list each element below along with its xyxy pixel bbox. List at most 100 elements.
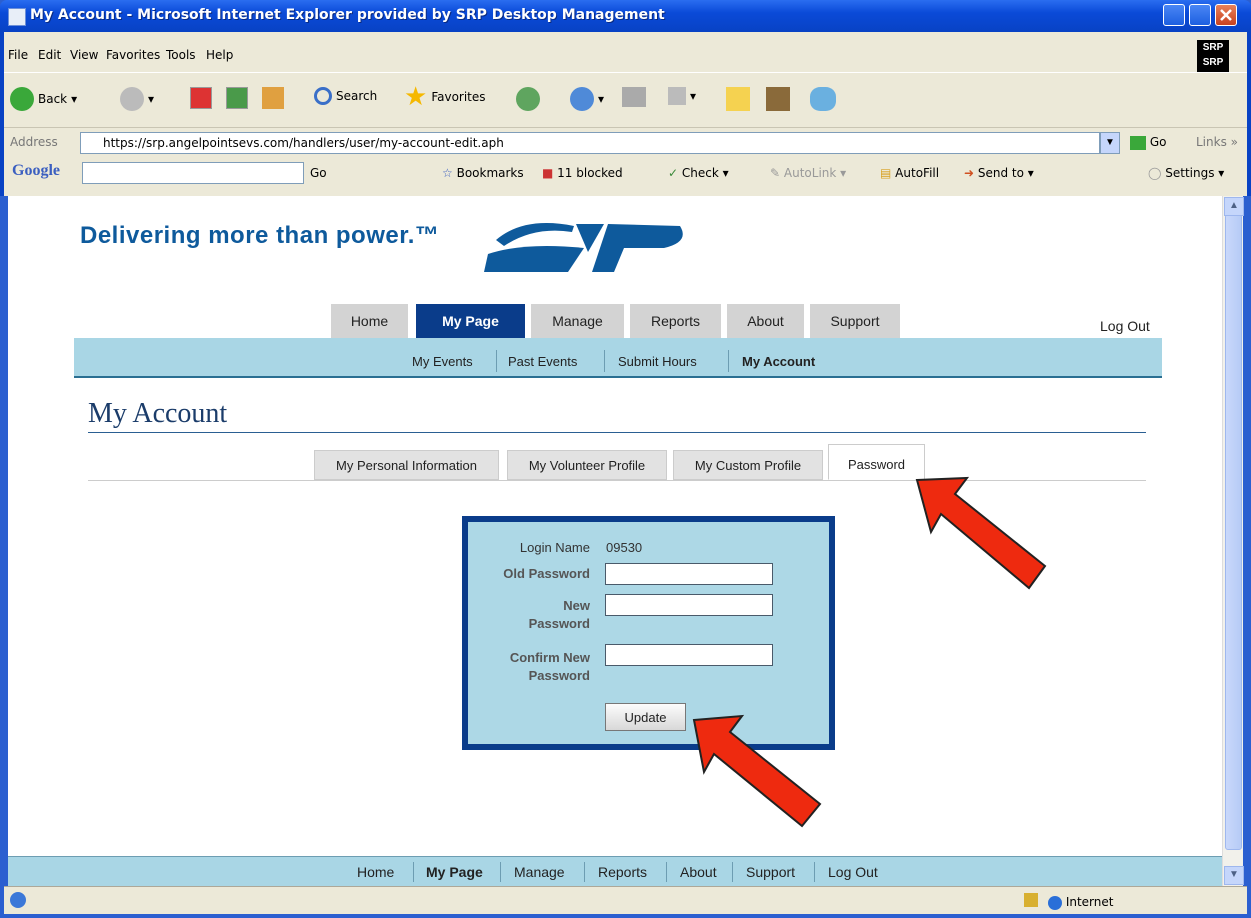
confirm-password-field[interactable] xyxy=(605,644,773,666)
go-arrow-icon xyxy=(1130,135,1146,150)
scrollbar-thumb[interactable] xyxy=(1225,214,1242,850)
subnav-past-events[interactable]: Past Events xyxy=(508,354,577,369)
logout-link[interactable]: Log Out xyxy=(1100,318,1150,334)
settings-button[interactable]: ◯ Settings ▾ xyxy=(1148,166,1224,180)
favorites-button[interactable]: ★ Favorites xyxy=(404,82,486,112)
footer-my-page[interactable]: My Page xyxy=(426,864,483,880)
menu-view[interactable]: View xyxy=(70,48,98,62)
old-password-label: Old Password xyxy=(503,566,590,581)
minimize-button[interactable] xyxy=(1163,4,1185,26)
footer-log-out[interactable]: Log Out xyxy=(828,864,878,880)
google-search-input[interactable] xyxy=(82,162,304,184)
nav-home[interactable]: Home xyxy=(331,304,408,338)
settings-label: Settings xyxy=(1165,166,1215,180)
footer-support[interactable]: Support xyxy=(746,864,795,880)
blocked-label: 11 blocked xyxy=(557,166,623,180)
back-button[interactable]: Back ▾ xyxy=(10,87,77,111)
tab-personal-information[interactable]: My Personal Information xyxy=(314,450,499,480)
menu-edit[interactable]: Edit xyxy=(38,48,61,62)
maximize-button[interactable] xyxy=(1189,4,1211,26)
links-button[interactable]: Links » xyxy=(1196,135,1238,149)
footer-separator xyxy=(413,862,414,882)
links-label: Links xyxy=(1196,135,1227,149)
footer-manage[interactable]: Manage xyxy=(514,864,565,880)
tab-custom-profile[interactable]: My Custom Profile xyxy=(673,450,823,480)
menu-tools[interactable]: Tools xyxy=(166,48,196,62)
footer-home[interactable]: Home xyxy=(357,864,394,880)
subnav-submit-hours[interactable]: Submit Hours xyxy=(618,354,697,369)
note-icon xyxy=(726,87,750,111)
bookmark-star-icon: ☆ xyxy=(442,166,453,180)
popup-blocked-button[interactable]: ■ 11 blocked xyxy=(542,166,623,180)
autolink-icon: ✎ xyxy=(770,166,781,180)
refresh-icon xyxy=(226,87,248,109)
edit-button[interactable]: ▾ xyxy=(668,87,696,105)
mail-icon xyxy=(570,87,594,111)
research-icon xyxy=(766,87,790,111)
menu-help[interactable]: Help xyxy=(206,48,233,62)
window-title: My Account - Microsoft Internet Explorer… xyxy=(30,7,665,23)
print-icon xyxy=(622,87,646,107)
login-name-label: Login Name xyxy=(519,540,590,555)
back-label: Back xyxy=(38,92,68,106)
messenger-button[interactable] xyxy=(810,87,836,111)
history-button[interactable] xyxy=(516,87,540,111)
subnav-my-account[interactable]: My Account xyxy=(742,354,815,369)
research-button[interactable] xyxy=(766,87,790,111)
home-button[interactable] xyxy=(262,87,284,109)
scroll-up-icon[interactable]: ▲ xyxy=(1224,197,1244,216)
send-to-button[interactable]: ➜ Send to ▾ xyxy=(964,166,1034,180)
forward-button[interactable]: ▾ xyxy=(120,87,154,111)
srp-logo xyxy=(484,223,683,272)
autofill-button[interactable]: ▤ AutoFill xyxy=(880,166,939,180)
menu-bar: File Edit View Favorites Tools Help xyxy=(4,44,1194,72)
google-logo: Google xyxy=(12,162,60,179)
mail-button[interactable]: ▾ xyxy=(570,87,604,111)
address-field[interactable]: https://srp.angelpointsevs.com/handlers/… xyxy=(80,132,1100,154)
settings-icon: ◯ xyxy=(1148,166,1162,180)
autolink-button[interactable]: ✎ AutoLink ▾ xyxy=(770,166,846,180)
google-go-button[interactable]: Go xyxy=(310,166,327,180)
zone-label: Internet xyxy=(1065,895,1114,909)
close-button[interactable] xyxy=(1215,4,1237,26)
star-icon: ★ xyxy=(404,82,428,112)
footer-reports[interactable]: Reports xyxy=(598,864,647,880)
nav-reports[interactable]: Reports xyxy=(630,304,721,338)
nav-my-page[interactable]: My Page xyxy=(416,304,525,338)
tab-volunteer-profile[interactable]: My Volunteer Profile xyxy=(507,450,667,480)
old-password-field[interactable] xyxy=(605,563,773,585)
discuss-button[interactable] xyxy=(726,87,750,111)
ie-window-icon xyxy=(8,8,26,26)
go-button[interactable]: Go xyxy=(1130,135,1166,150)
menu-file[interactable]: File xyxy=(8,48,28,62)
print-button[interactable] xyxy=(622,87,646,107)
new-password-field[interactable] xyxy=(605,594,773,616)
autofill-label: AutoFill xyxy=(895,166,940,180)
address-url: https://srp.angelpointsevs.com/handlers/… xyxy=(103,136,504,150)
refresh-button[interactable] xyxy=(226,87,248,109)
nav-manage[interactable]: Manage xyxy=(531,304,624,338)
autolink-label: AutoLink xyxy=(783,166,837,180)
search-button[interactable]: Search xyxy=(314,87,377,105)
nav-about[interactable]: About xyxy=(727,304,804,338)
nav-support[interactable]: Support xyxy=(810,304,900,338)
subnav-separator xyxy=(604,350,605,372)
standard-toolbar: Back ▾ ▾ Search ★ Favorites ▾ ▾ xyxy=(4,72,1247,128)
subnav-my-events[interactable]: My Events xyxy=(412,354,473,369)
update-button[interactable]: Update xyxy=(605,703,686,731)
address-dropdown-icon[interactable]: ▼ xyxy=(1100,132,1120,154)
srp-throbber-logo: SRP SRP xyxy=(1197,40,1229,72)
menu-favorites[interactable]: Favorites xyxy=(106,48,160,62)
subnav-separator xyxy=(728,350,729,372)
globe-icon xyxy=(1048,895,1062,910)
footer-about[interactable]: About xyxy=(680,864,717,880)
scroll-down-icon[interactable]: ▼ xyxy=(1224,866,1244,885)
stop-button[interactable] xyxy=(190,87,212,109)
security-zone: Internet xyxy=(1048,895,1113,910)
favorites-label: Favorites xyxy=(431,90,486,104)
messenger-icon xyxy=(810,87,836,111)
spell-check-button[interactable]: ✓ Check ▾ xyxy=(668,166,729,180)
go-label: Go xyxy=(1149,135,1167,149)
bookmarks-button[interactable]: ☆ Bookmarks xyxy=(442,166,524,180)
window-title-bar[interactable]: My Account - Microsoft Internet Explorer… xyxy=(0,0,1251,32)
